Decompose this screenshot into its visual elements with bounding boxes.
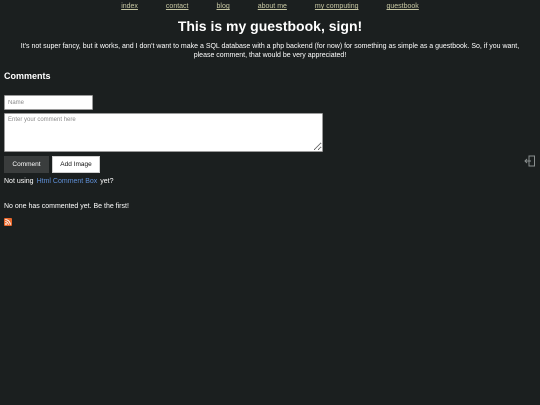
- name-input[interactable]: [4, 95, 93, 110]
- page-title: This is my guestbook, sign!: [177, 18, 363, 34]
- nav-link-guestbook[interactable]: guestbook: [387, 3, 419, 10]
- nav-link-blog[interactable]: blog: [217, 3, 230, 10]
- intro-text: It's not super fancy, but it works, and …: [20, 43, 520, 59]
- logout-icon[interactable]: [524, 155, 536, 167]
- comments-heading: Comments: [4, 71, 51, 81]
- html-comment-box-link[interactable]: Html Comment Box: [37, 178, 98, 185]
- top-nav: index contact blog about me my computing…: [0, 3, 540, 10]
- comment-button[interactable]: Comment: [4, 156, 49, 173]
- nav-link-contact[interactable]: contact: [166, 3, 189, 10]
- not-using-suffix: yet?: [100, 178, 114, 185]
- nav-link-my-computing[interactable]: my computing: [315, 3, 359, 10]
- nav-link-about-me[interactable]: about me: [258, 3, 287, 10]
- guestbook-page: index contact blog about me my computing…: [0, 0, 540, 405]
- nav-link-index[interactable]: index: [121, 3, 138, 10]
- not-using-line: Not using Html Comment Box yet?: [4, 178, 114, 185]
- empty-comments-message: No one has commented yet. Be the first!: [4, 203, 129, 210]
- rss-feed-icon[interactable]: [4, 218, 12, 226]
- comment-textarea[interactable]: [4, 113, 323, 152]
- add-image-button[interactable]: Add Image: [52, 156, 100, 173]
- not-using-prefix: Not using: [4, 178, 34, 185]
